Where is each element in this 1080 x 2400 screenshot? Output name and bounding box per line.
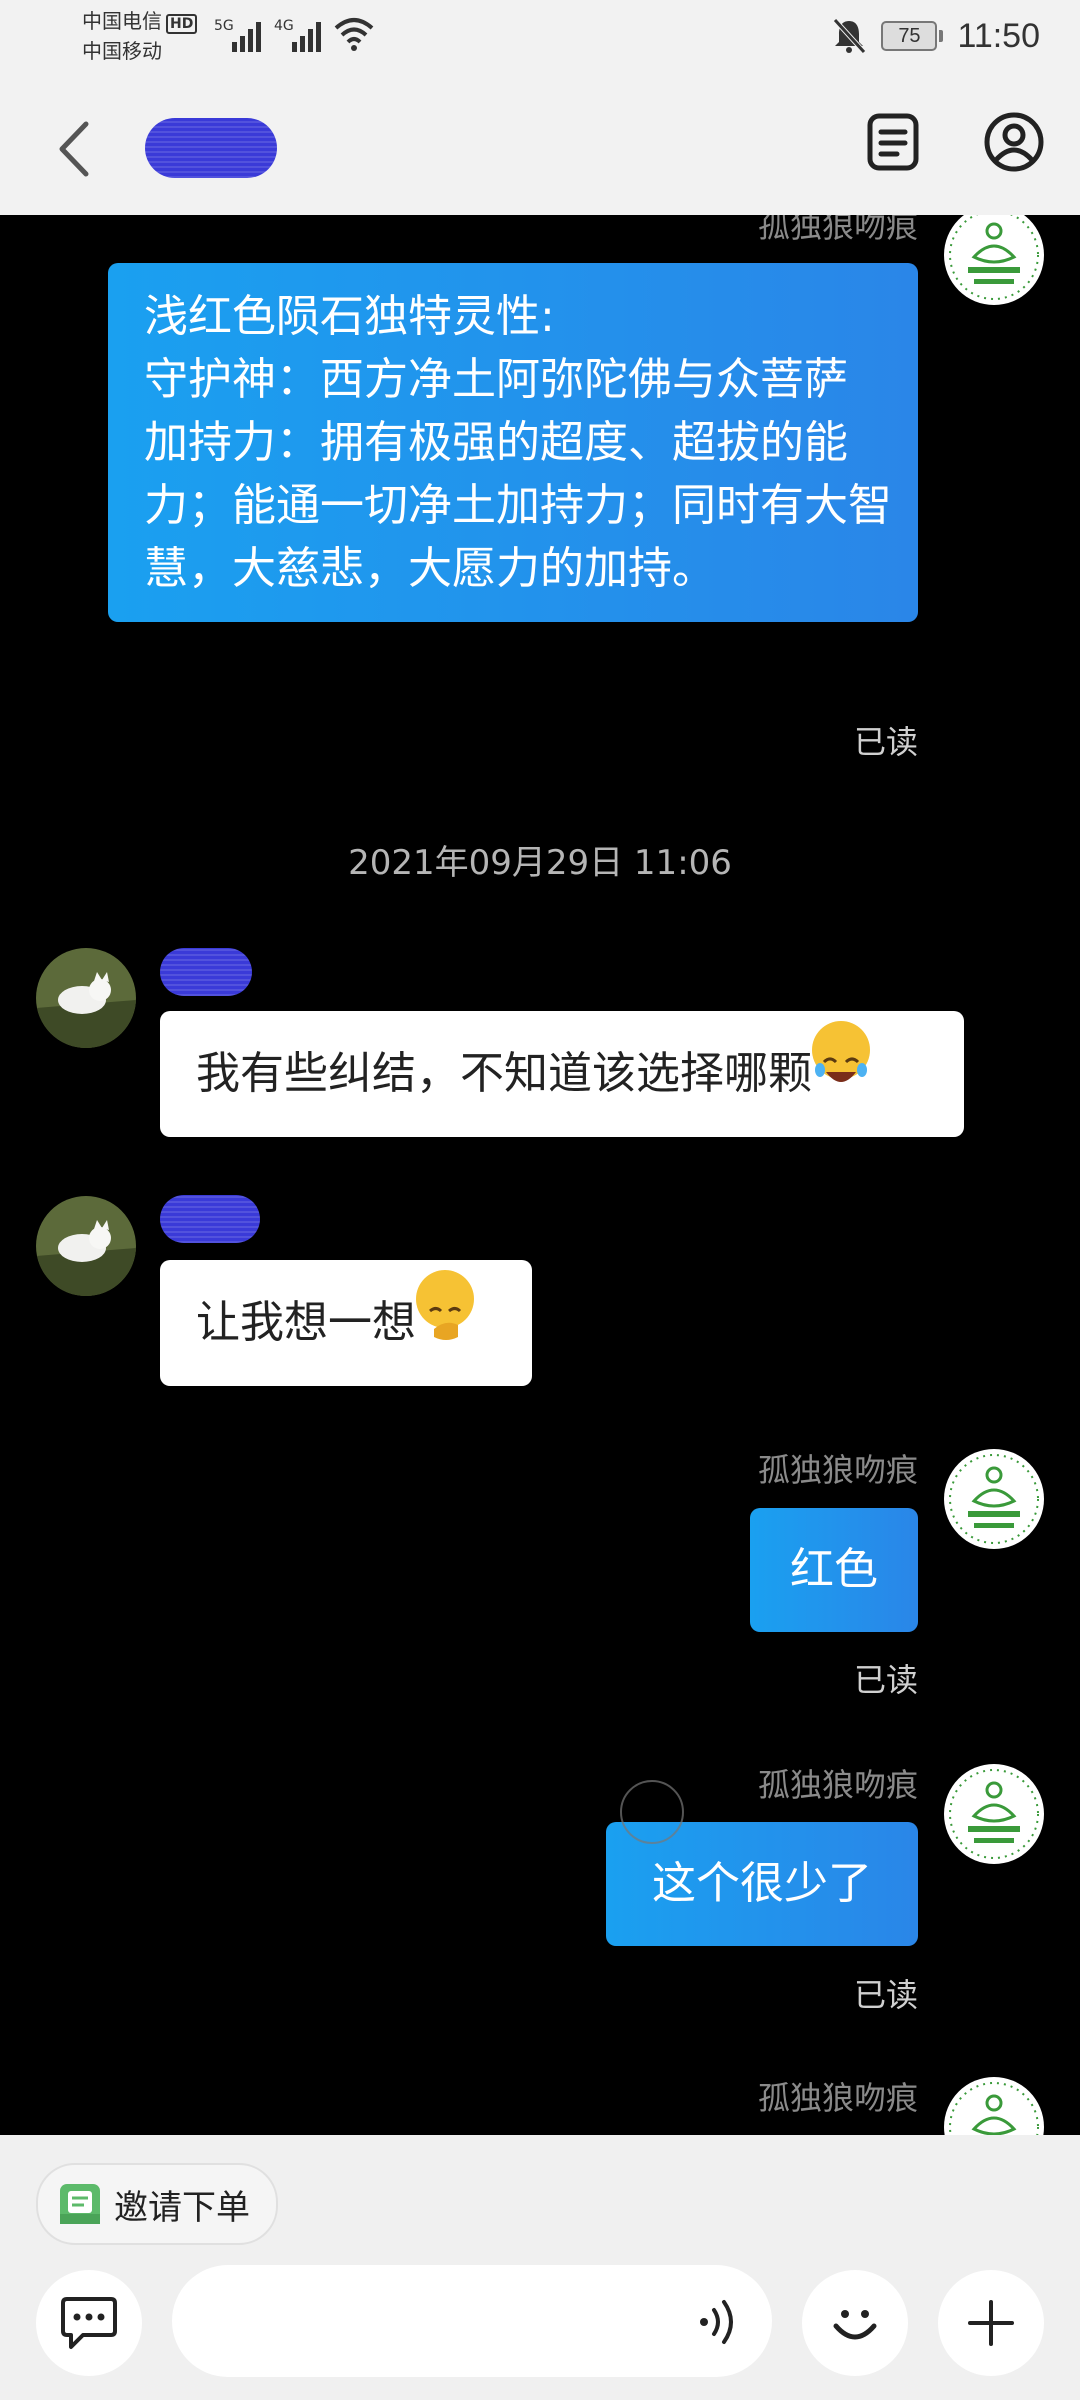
invite-order-chip[interactable]: 邀请下单 [36, 2163, 278, 2245]
order-ticket-icon [60, 2184, 100, 2224]
seal-logo-icon [949, 1454, 1039, 1544]
mute-bell-icon [833, 18, 867, 54]
read-receipt: 已读 [853, 1661, 918, 1699]
sender-name: 孤独狼吻痕 [757, 2079, 918, 2117]
chat-message-list[interactable]: 孤独狼吻痕 浅红色陨石独特灵性: 守护神：西方净土阿弥陀佛与众菩萨 加持力：拥有… [0, 215, 1080, 2135]
message-text: 让我想一想 [196, 1297, 416, 1348]
hd-badge: HD [166, 14, 198, 34]
seal-avatar[interactable] [944, 215, 1044, 305]
contact-name-redacted [160, 1195, 260, 1243]
cat-photo-icon [36, 1196, 136, 1296]
contact-avatar[interactable] [36, 1196, 136, 1296]
user-profile-icon[interactable] [982, 110, 1046, 174]
chat-bubble-button[interactable] [36, 2270, 142, 2376]
sender-name: 孤独狼吻痕 [757, 1451, 918, 1489]
chat-bubble-icon [61, 2297, 117, 2349]
contact-name-redacted [145, 118, 277, 178]
seal-logo-icon [949, 1769, 1039, 1859]
network-type-1: 5G [214, 18, 234, 34]
message-timestamp: 2021年09月29日 11:06 [348, 843, 732, 883]
chevron-left-icon[interactable] [52, 116, 96, 182]
message-bubble-incoming[interactable]: 我有些纠结，不知道该选择哪颗 [160, 1011, 964, 1137]
touch-indicator [620, 1780, 684, 1844]
hand-over-mouth-emoji-icon [416, 1270, 474, 1340]
read-receipt: 已读 [853, 723, 918, 761]
seal-logo-icon [949, 215, 1039, 300]
contact-avatar[interactable] [36, 948, 136, 1048]
message-text: 浅红色陨石独特灵性: 守护神：西方净土阿弥陀佛与众菩萨 加持力：拥有极强的超度、… [144, 291, 892, 594]
message-bubble-outgoing[interactable]: 浅红色陨石独特灵性: 守护神：西方净土阿弥陀佛与众菩萨 加持力：拥有极强的超度、… [108, 263, 918, 622]
status-bar: 中国电信 HD 中国移动 5G 4G 75 11:50 [0, 0, 1080, 80]
message-text: 这个很少了 [652, 1858, 872, 1909]
message-text: 我有些纠结，不知道该选择哪颗 [196, 1048, 812, 1099]
seal-avatar[interactable] [944, 2077, 1044, 2135]
plus-icon [968, 2300, 1014, 2346]
read-receipt: 已读 [853, 1976, 918, 2014]
input-panel: 邀请下单 [0, 2135, 1080, 2400]
seal-avatar[interactable] [944, 1764, 1044, 1864]
voice-wave-icon[interactable] [696, 2293, 744, 2351]
signal-strength-icon-2 [292, 22, 321, 52]
battery-level: 75 [881, 21, 938, 51]
emoji-button[interactable] [802, 2270, 908, 2376]
network-type-2: 4G [274, 18, 294, 34]
message-bubble-outgoing[interactable]: 红色 [750, 1508, 918, 1632]
cat-photo-icon [36, 948, 136, 1048]
laughing-tears-emoji-icon [812, 1021, 870, 1082]
order-list-icon[interactable] [862, 110, 926, 174]
smiley-icon [833, 2310, 877, 2340]
add-button[interactable] [938, 2270, 1044, 2376]
chat-header [0, 80, 1080, 216]
message-input[interactable] [172, 2265, 772, 2377]
carrier-2: 中国移动 [82, 39, 162, 63]
contact-name-redacted [160, 948, 252, 996]
signal-strength-icon [232, 22, 261, 52]
carrier-info: 中国电信 HD 中国移动 [82, 6, 198, 66]
seal-logo-icon [949, 2082, 1039, 2135]
invite-order-label: 邀请下单 [114, 2187, 250, 2228]
clock: 11:50 [957, 16, 1040, 55]
sender-name: 孤独狼吻痕 [757, 215, 918, 245]
wifi-icon [334, 18, 374, 51]
message-text: 红色 [790, 1544, 878, 1595]
battery-icon: 75 [881, 21, 944, 51]
sender-name: 孤独狼吻痕 [757, 1766, 918, 1804]
message-bubble-incoming[interactable]: 让我想一想 [160, 1260, 532, 1386]
carrier-1: 中国电信 [82, 9, 162, 33]
seal-avatar[interactable] [944, 1449, 1044, 1549]
